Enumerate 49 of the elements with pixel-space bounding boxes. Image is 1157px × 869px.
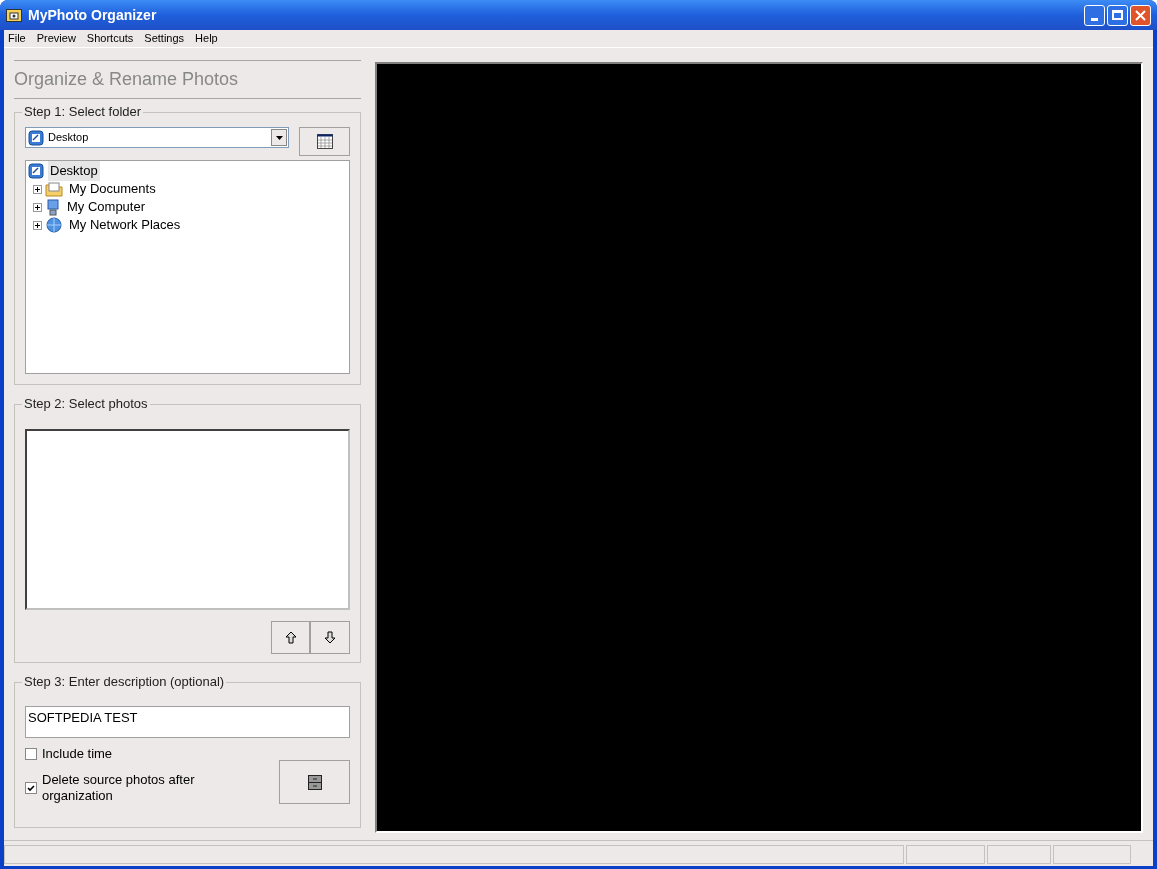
close-button[interactable] — [1130, 4, 1151, 26]
tree-item[interactable]: Desktop — [48, 161, 100, 181]
globe-icon — [45, 216, 63, 234]
tree-item[interactable]: My Network Places — [67, 215, 183, 235]
expand-toggle[interactable] — [33, 184, 42, 194]
expand-toggle[interactable] — [33, 202, 42, 212]
down-arrow-icon — [324, 631, 336, 644]
minimize-icon — [1091, 17, 1098, 21]
maximize-icon — [1112, 10, 1123, 20]
move-down-button[interactable] — [310, 621, 350, 654]
check-icon — [27, 784, 35, 792]
window-title: MyPhoto Organizer — [28, 5, 157, 25]
plus-icon — [34, 203, 41, 211]
menu-item[interactable]: Settings — [144, 30, 185, 47]
group-title: Step 3: Enter description (optional) — [22, 674, 227, 690]
calendar-button[interactable] — [299, 127, 350, 156]
calendar-icon — [316, 134, 333, 149]
cabinet-icon — [307, 774, 322, 790]
dropdown-value: Desktop — [48, 130, 89, 146]
plus-icon — [34, 221, 41, 229]
caret-icon — [275, 135, 283, 140]
description-field[interactable]: SOFTPEDIA TEST — [25, 706, 350, 738]
folder-dropdown[interactable]: Desktop — [25, 127, 289, 148]
up-arrow-icon — [284, 631, 297, 644]
desktop-icon — [28, 163, 44, 179]
page-heading: Organize & Rename Photos — [14, 68, 240, 91]
folder-icon — [45, 181, 63, 197]
menu-item[interactable]: Shortcuts — [86, 30, 134, 47]
tree-item[interactable]: My Computer — [65, 197, 148, 217]
tree-item[interactable]: My Documents — [67, 179, 158, 199]
camera-folder-icon — [6, 8, 22, 22]
desktop-icon — [28, 129, 44, 146]
computer-icon — [45, 198, 61, 216]
group-title: Step 1: Select folder — [22, 104, 144, 120]
checkbox[interactable] — [25, 782, 37, 794]
menu-item[interactable]: Help — [195, 30, 218, 47]
expand-toggle[interactable] — [33, 220, 42, 230]
minimize-button[interactable] — [1084, 4, 1105, 26]
organize-button[interactable] — [279, 760, 350, 804]
close-icon — [1135, 9, 1146, 21]
menu-item[interactable]: Preview — [36, 30, 76, 47]
checkbox-label: Include time — [42, 746, 114, 762]
checkbox-label: Delete source photos after organization — [42, 772, 196, 804]
menu-item[interactable]: File — [8, 30, 26, 47]
plus-icon — [34, 185, 41, 193]
move-up-button[interactable] — [271, 621, 310, 654]
group-title: Step 2: Select photos — [22, 396, 150, 412]
checkbox[interactable] — [25, 748, 37, 760]
maximize-button[interactable] — [1107, 4, 1128, 26]
